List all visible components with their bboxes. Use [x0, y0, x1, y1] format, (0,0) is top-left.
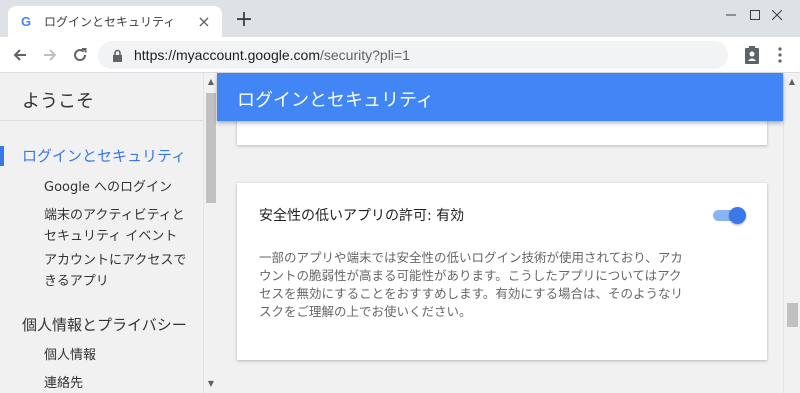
less-secure-apps-card: 安全性の低いアプリの許可: 有効 一部のアプリや端末では安全性の低いログイン技術…: [237, 183, 767, 360]
sidebar-item-connected-apps[interactable]: アカウントにアクセスで きるアプリ: [44, 250, 186, 292]
browser-toolbar: https://myaccount.google.com/security?pl…: [0, 37, 800, 73]
sidebar-section-privacy[interactable]: 個人情報とプライバシー: [22, 314, 187, 335]
page-scroll-thumb[interactable]: [787, 303, 798, 327]
sidebar: ようこそ ログインとセキュリティ Google へのログイン 端末のアクティビテ…: [0, 73, 203, 393]
close-tab-icon[interactable]: ×: [196, 13, 212, 30]
sidebar-item-device-activity-line2: セキュリティ イベント: [44, 229, 178, 244]
browser-tab[interactable]: G ログインとセキュリティ ×: [8, 6, 222, 37]
address-bar[interactable]: https://myaccount.google.com/security?pl…: [98, 41, 728, 69]
scroll-down-icon[interactable]: ▼: [204, 377, 218, 391]
new-tab-button[interactable]: +: [232, 9, 256, 33]
menu-dots-icon[interactable]: [768, 43, 792, 67]
lock-icon[interactable]: [110, 48, 124, 62]
less-secure-apps-toggle[interactable]: [711, 207, 747, 224]
sidebar-item-connected-apps-line2: きるアプリ: [44, 274, 109, 289]
page-scrollbar[interactable]: ▲: [783, 73, 800, 393]
tab-strip: G ログインとセキュリティ × +: [0, 0, 800, 37]
sidebar-section-login-security[interactable]: ログインとセキュリティ: [22, 145, 186, 166]
main-panel: ログインとセキュリティ 安全性の低いアプリの許可: 有効 一部のアプリや端末では…: [217, 73, 783, 393]
tab-title: ログインとセキュリティ: [44, 15, 176, 29]
sidebar-scrollbar[interactable]: ▲ ▼: [203, 73, 217, 393]
google-favicon-icon: G: [18, 13, 34, 30]
page-title: ログインとセキュリティ: [217, 73, 783, 121]
sidebar-item-connected-apps-line1: アカウントにアクセスで: [44, 253, 187, 268]
sidebar-item-contacts[interactable]: 連絡先: [44, 373, 83, 393]
active-section-marker: [0, 146, 4, 166]
scroll-up-icon[interactable]: ▲: [204, 75, 218, 89]
back-arrow-icon[interactable]: [8, 43, 32, 67]
sidebar-item-google-login[interactable]: Google へのログイン: [44, 177, 172, 198]
page-content: ようこそ ログインとセキュリティ Google へのログイン 端末のアクティビテ…: [0, 73, 800, 393]
forward-arrow-icon[interactable]: [38, 43, 62, 67]
sidebar-scroll-thumb[interactable]: [206, 93, 216, 203]
reload-icon[interactable]: [68, 43, 92, 67]
sidebar-item-device-activity[interactable]: 端末のアクティビティと セキュリティ イベント: [44, 205, 185, 247]
setting-description: 一部のアプリや端末では安全性の低いログイン技術が使用されており、アカウントの脆弱…: [259, 250, 684, 319]
sidebar-item-personal-info[interactable]: 個人情報: [44, 345, 96, 366]
url-text[interactable]: https://myaccount.google.com/security?pl…: [134, 47, 410, 63]
sidebar-item-device-activity-line1: 端末のアクティビティと: [44, 208, 185, 223]
setting-title: 安全性の低いアプリの許可: 有効: [259, 208, 465, 224]
window-close-icon[interactable]: [754, 0, 800, 30]
toggle-knob: [729, 207, 746, 224]
profile-badge-icon[interactable]: [740, 43, 764, 67]
page-scroll-up-icon[interactable]: ▲: [785, 75, 799, 89]
sidebar-welcome: ようこそ: [0, 73, 203, 121]
